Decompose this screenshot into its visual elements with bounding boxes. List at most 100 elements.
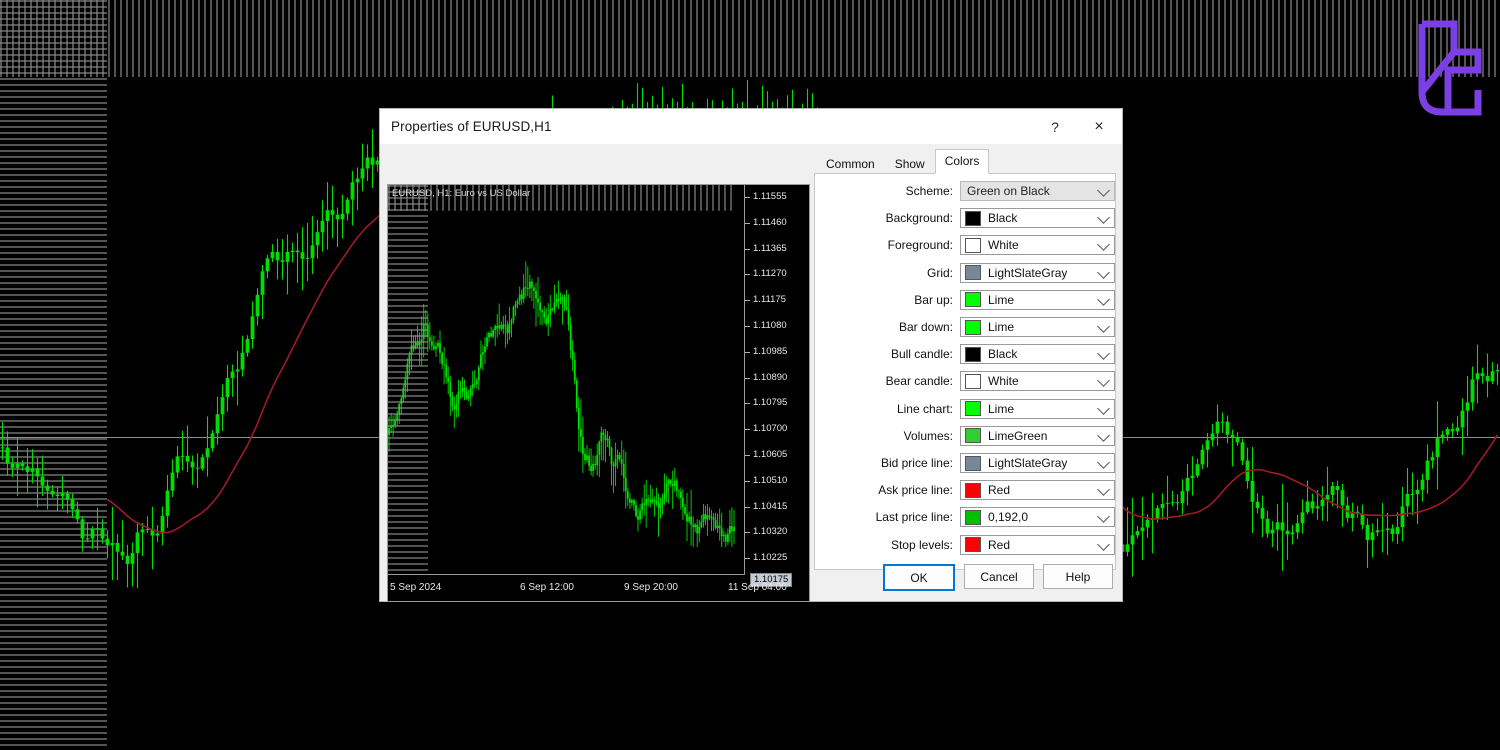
price-tick [745, 378, 750, 379]
color-row: Bar up:Lime [815, 289, 1115, 311]
price-label: 1.11175 [753, 295, 786, 305]
color-swatch [965, 483, 981, 498]
chevron-down-icon[interactable] [1097, 239, 1110, 252]
price-label: 1.10320 [753, 527, 787, 537]
price-label: 1.10890 [753, 373, 787, 383]
color-row: Stop levels: Red [815, 534, 1115, 556]
brand-logo [1414, 12, 1486, 125]
color-row-label: Bid price line: [815, 456, 960, 470]
preview-time-labels: 5 Sep 20246 Sep 12:009 Sep 20:0011 Sep 0… [388, 582, 745, 596]
preview-symbol-label: EURUSD, H1: Euro vs US Dollar [392, 188, 530, 199]
color-swatch [965, 265, 981, 280]
ok-button[interactable]: OK [883, 564, 955, 591]
color-row: Line chart:Lime [815, 398, 1115, 420]
price-tick [745, 532, 750, 533]
chevron-down-icon[interactable] [1097, 320, 1110, 333]
chevron-down-icon[interactable] [1097, 347, 1110, 360]
color-value-text: Lime [988, 320, 1014, 334]
dialog-titlebar[interactable]: Properties of EURUSD,H1 ? × [380, 109, 1122, 144]
chevron-down-icon[interactable] [1097, 211, 1110, 224]
price-tick [745, 249, 750, 250]
screen: Properties of EURUSD,H1 ? × EURUSD, H1: … [0, 0, 1500, 750]
chevron-down-icon[interactable] [1097, 402, 1110, 415]
chevron-down-icon[interactable] [1097, 483, 1110, 496]
color-dropdown[interactable]: Lime [960, 290, 1115, 310]
color-dropdown[interactable]: Black [960, 344, 1115, 364]
color-dropdown[interactable]: Green on Black [960, 181, 1115, 201]
color-value-text: Red [988, 538, 1010, 552]
preview-plot [388, 185, 735, 575]
color-value-text: Green on Black [967, 184, 1050, 198]
chevron-down-icon[interactable] [1097, 184, 1110, 197]
color-row: Bar down:Lime [815, 316, 1115, 338]
price-label: 1.11080 [753, 321, 787, 331]
price-tick [745, 507, 750, 508]
price-label: 1.10225 [753, 553, 787, 563]
color-dropdown[interactable]: LimeGreen [960, 426, 1115, 446]
tabstrip[interactable]: CommonShowColors [814, 152, 1114, 174]
color-value-text: Lime [988, 402, 1014, 416]
chevron-down-icon[interactable] [1097, 456, 1110, 469]
color-row-label: Bull candle: [815, 347, 960, 361]
price-label: 1.11270 [753, 269, 787, 279]
color-dropdown[interactable]: Lime [960, 399, 1115, 419]
color-dropdown[interactable]: Red [960, 535, 1115, 555]
help-icon[interactable]: ? [1034, 109, 1076, 144]
time-label: 5 Sep 2024 [390, 582, 441, 593]
color-swatch [965, 510, 981, 525]
tab-panel-colors: Scheme:Green on Black Background:Black For… [814, 173, 1116, 570]
color-row-label: Bear candle: [815, 374, 960, 388]
color-swatch [965, 374, 981, 389]
color-row: Bull candle: Black [815, 343, 1115, 365]
color-value-text: 0,192,0 [988, 510, 1028, 524]
color-row-label: Ask price line: [815, 483, 960, 497]
preview-price-labels: 1.115551.114601.113651.112701.111751.110… [745, 185, 809, 575]
color-row-label: Bar up: [815, 293, 960, 307]
chevron-down-icon[interactable] [1097, 429, 1110, 442]
color-row: Foreground: White [815, 234, 1115, 256]
color-row-label: Foreground: [815, 238, 960, 252]
color-row: Background:Black [815, 207, 1115, 229]
dialog-button-bar[interactable]: OK Cancel Help [883, 564, 1113, 591]
color-swatch [965, 428, 981, 443]
color-swatch [965, 456, 981, 471]
chevron-down-icon[interactable] [1097, 293, 1110, 306]
color-dropdown[interactable]: Black [960, 208, 1115, 228]
price-tick [745, 300, 750, 301]
chevron-down-icon[interactable] [1097, 375, 1110, 388]
color-dropdown[interactable]: Red [960, 480, 1115, 500]
color-value-text: White [988, 238, 1019, 252]
color-row: Scheme:Green on Black [815, 180, 1115, 202]
price-label: 1.11555 [753, 192, 787, 202]
color-dropdown[interactable]: LightSlateGray [960, 453, 1115, 473]
color-row-label: Volumes: [815, 429, 960, 443]
properties-dialog[interactable]: Properties of EURUSD,H1 ? × EURUSD, H1: … [379, 108, 1123, 602]
color-dropdown[interactable]: Lime [960, 317, 1115, 337]
color-dropdown[interactable]: White [960, 235, 1115, 255]
close-icon[interactable]: × [1076, 109, 1122, 144]
color-dropdown[interactable]: White [960, 371, 1115, 391]
color-dropdown[interactable]: LightSlateGray [960, 263, 1115, 283]
color-swatch [965, 292, 981, 307]
cancel-button[interactable]: Cancel [964, 564, 1034, 589]
color-row-label: Stop levels: [815, 538, 960, 552]
tabstrip-container: CommonShowColors [814, 152, 1114, 174]
color-value-text: Black [988, 347, 1017, 361]
color-dropdown[interactable]: 0,192,0 [960, 507, 1115, 527]
color-row-label: Grid: [815, 266, 960, 280]
tab-colors[interactable]: Colors [935, 149, 990, 174]
help-button[interactable]: Help [1043, 564, 1113, 589]
chevron-down-icon[interactable] [1097, 538, 1110, 551]
tab-common[interactable]: Common [816, 153, 885, 175]
chevron-down-icon[interactable] [1097, 511, 1110, 524]
color-row: Grid:LightSlateGray [815, 262, 1115, 284]
price-label: 1.10700 [753, 424, 787, 434]
preview-time-axis [388, 574, 745, 575]
price-tick [745, 481, 750, 482]
price-tick [745, 455, 750, 456]
color-value-text: Red [988, 483, 1010, 497]
tab-show[interactable]: Show [885, 153, 935, 175]
color-row: Last price line:0,192,0 [815, 506, 1115, 528]
chevron-down-icon[interactable] [1097, 266, 1110, 279]
price-tick [745, 403, 750, 404]
